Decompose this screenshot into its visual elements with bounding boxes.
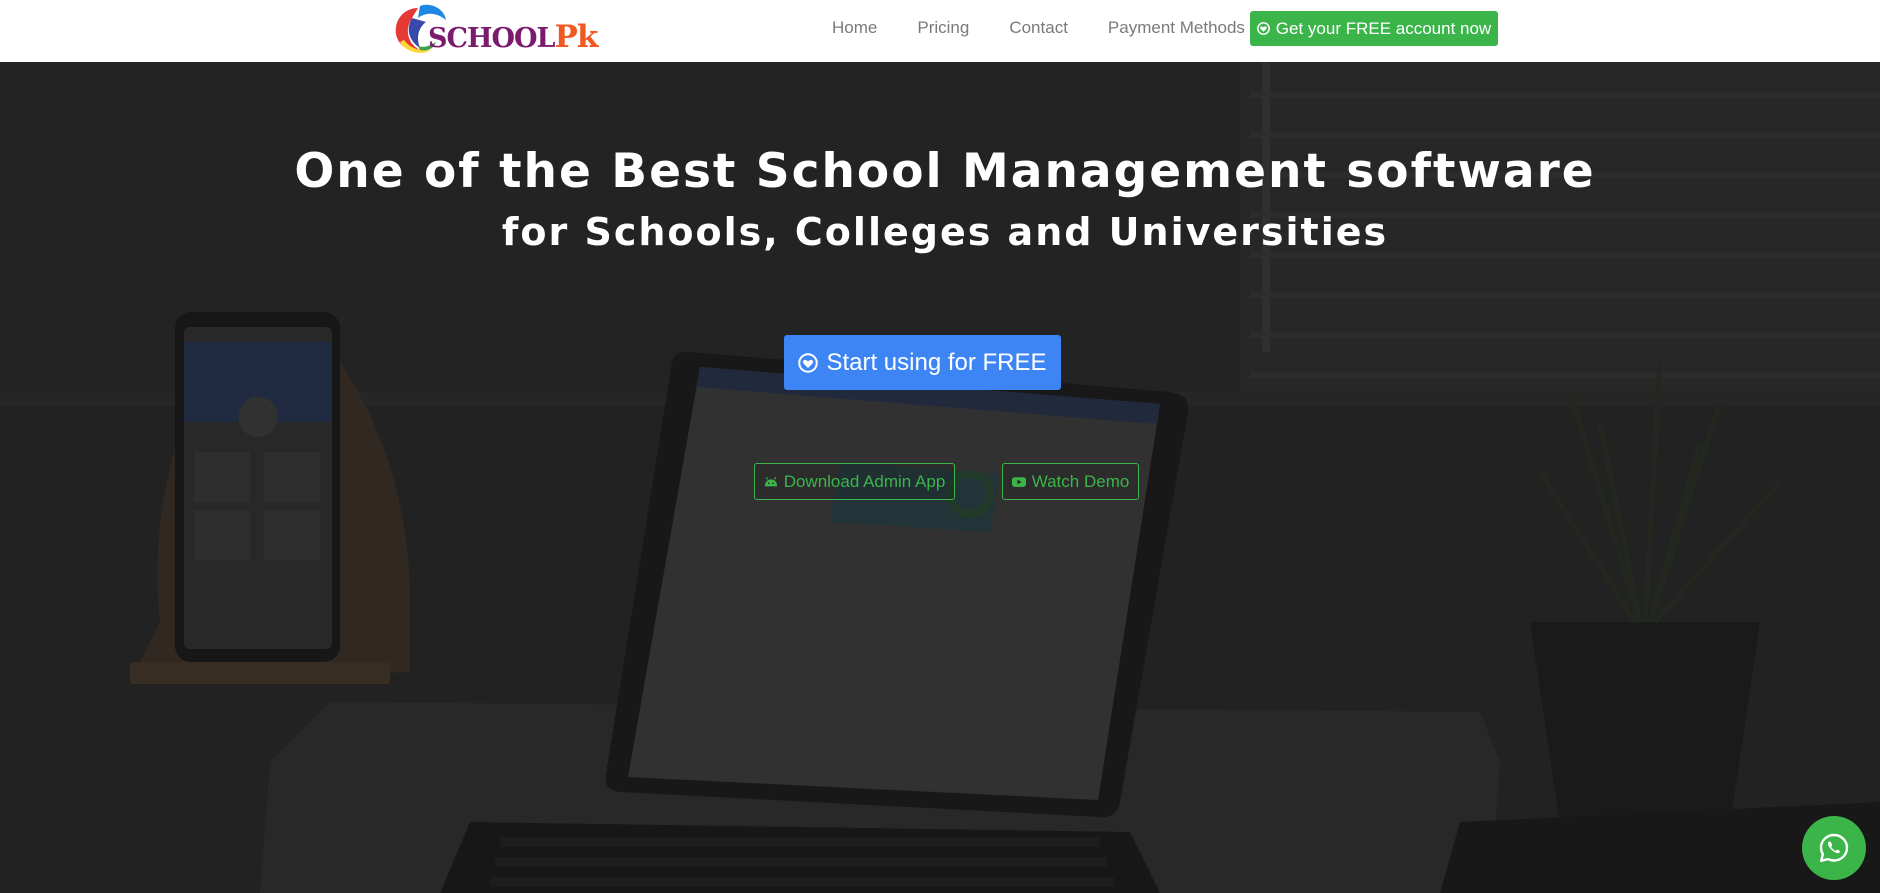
logo-text-accent: Pk	[554, 19, 599, 55]
youtube-icon	[1011, 476, 1026, 487]
site-logo[interactable]: SCHOOLPk	[390, 2, 598, 56]
navbar: SCHOOLPk Home Pricing Contact Payment Me…	[0, 0, 1880, 62]
watch-demo-label: Watch Demo	[1031, 471, 1130, 491]
download-admin-app-button[interactable]: Download Admin App	[754, 463, 955, 500]
whatsapp-chat-button[interactable]	[1802, 816, 1866, 880]
nav-item-payment-methods[interactable]: Payment Methods	[1108, 18, 1245, 38]
nav-item-home[interactable]: Home	[832, 18, 877, 38]
hero-title: One of the Best School Management softwa…	[294, 144, 1596, 199]
hero-subtitle: for Schools, Colleges and Universities	[501, 210, 1389, 254]
start-free-label: Start using for FREE	[826, 348, 1047, 376]
get-free-account-button[interactable]: Get your FREE account now	[1250, 11, 1498, 46]
logo-text-main: SCHOOL	[428, 23, 556, 54]
android-icon	[764, 476, 777, 486]
page: SCHOOLPk Home Pricing Contact Payment Me…	[0, 0, 1880, 893]
start-free-button[interactable]: Start using for FREE	[784, 335, 1061, 390]
nav-item-contact[interactable]: Contact	[1009, 18, 1068, 38]
nav-links: Home Pricing Contact Payment Methods	[812, 0, 1265, 55]
heart-circle-icon	[1256, 22, 1270, 35]
logo-text: SCHOOLPk	[428, 19, 599, 55]
download-admin-app-label: Download Admin App	[783, 471, 946, 491]
get-free-account-label: Get your FREE account now	[1275, 18, 1492, 38]
watch-demo-button[interactable]: Watch Demo	[1002, 463, 1139, 500]
nav-item-pricing[interactable]: Pricing	[917, 18, 969, 38]
heart-circle-icon	[798, 352, 819, 373]
whatsapp-icon	[1819, 833, 1849, 862]
